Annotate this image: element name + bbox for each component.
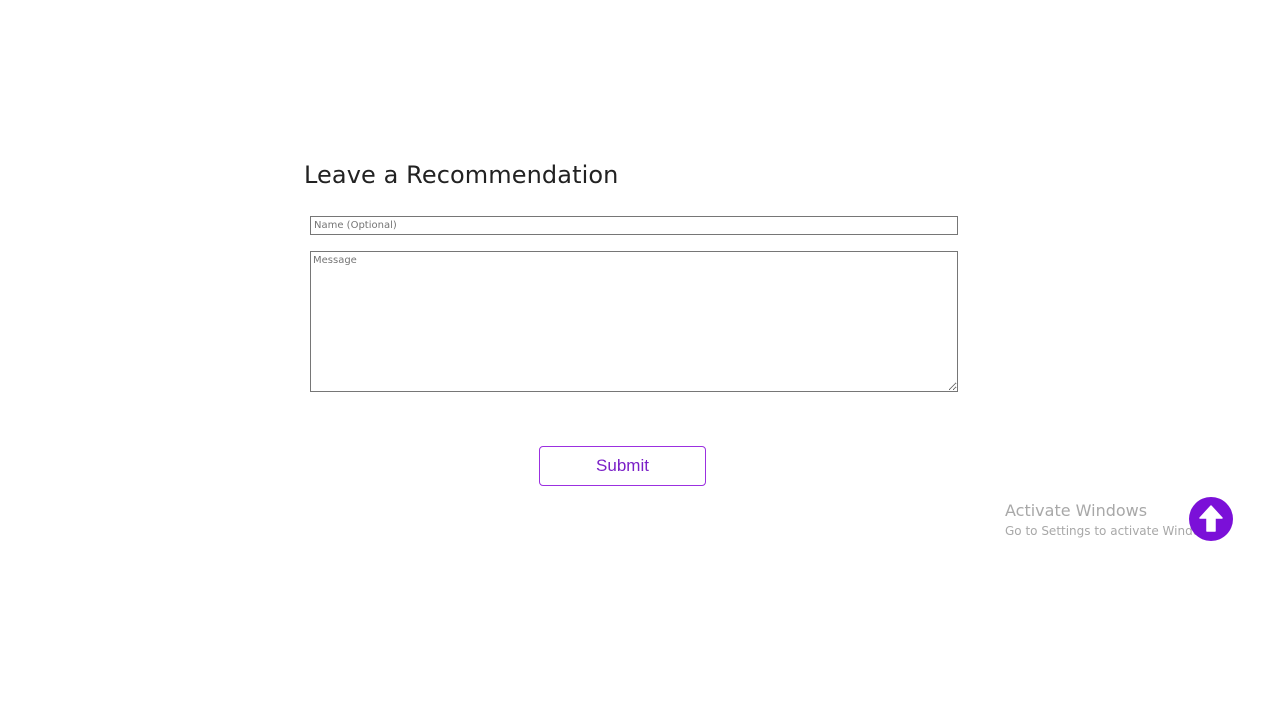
watermark-subtitle: Go to Settings to activate Windows. bbox=[1005, 524, 1220, 538]
scroll-to-top-button[interactable] bbox=[1189, 497, 1233, 541]
watermark-title: Activate Windows bbox=[1005, 501, 1148, 520]
recommendation-title: Leave a Recommendation bbox=[304, 161, 619, 189]
message-textarea[interactable] bbox=[310, 251, 958, 392]
name-input[interactable] bbox=[310, 216, 958, 235]
page: Leave a Recommendation Submit Activate W… bbox=[0, 0, 1280, 720]
activate-windows-watermark: Activate Windows Go to Settings to activ… bbox=[1005, 500, 1220, 540]
arrow-up-icon bbox=[1199, 505, 1223, 532]
submit-button[interactable]: Submit bbox=[539, 446, 706, 486]
